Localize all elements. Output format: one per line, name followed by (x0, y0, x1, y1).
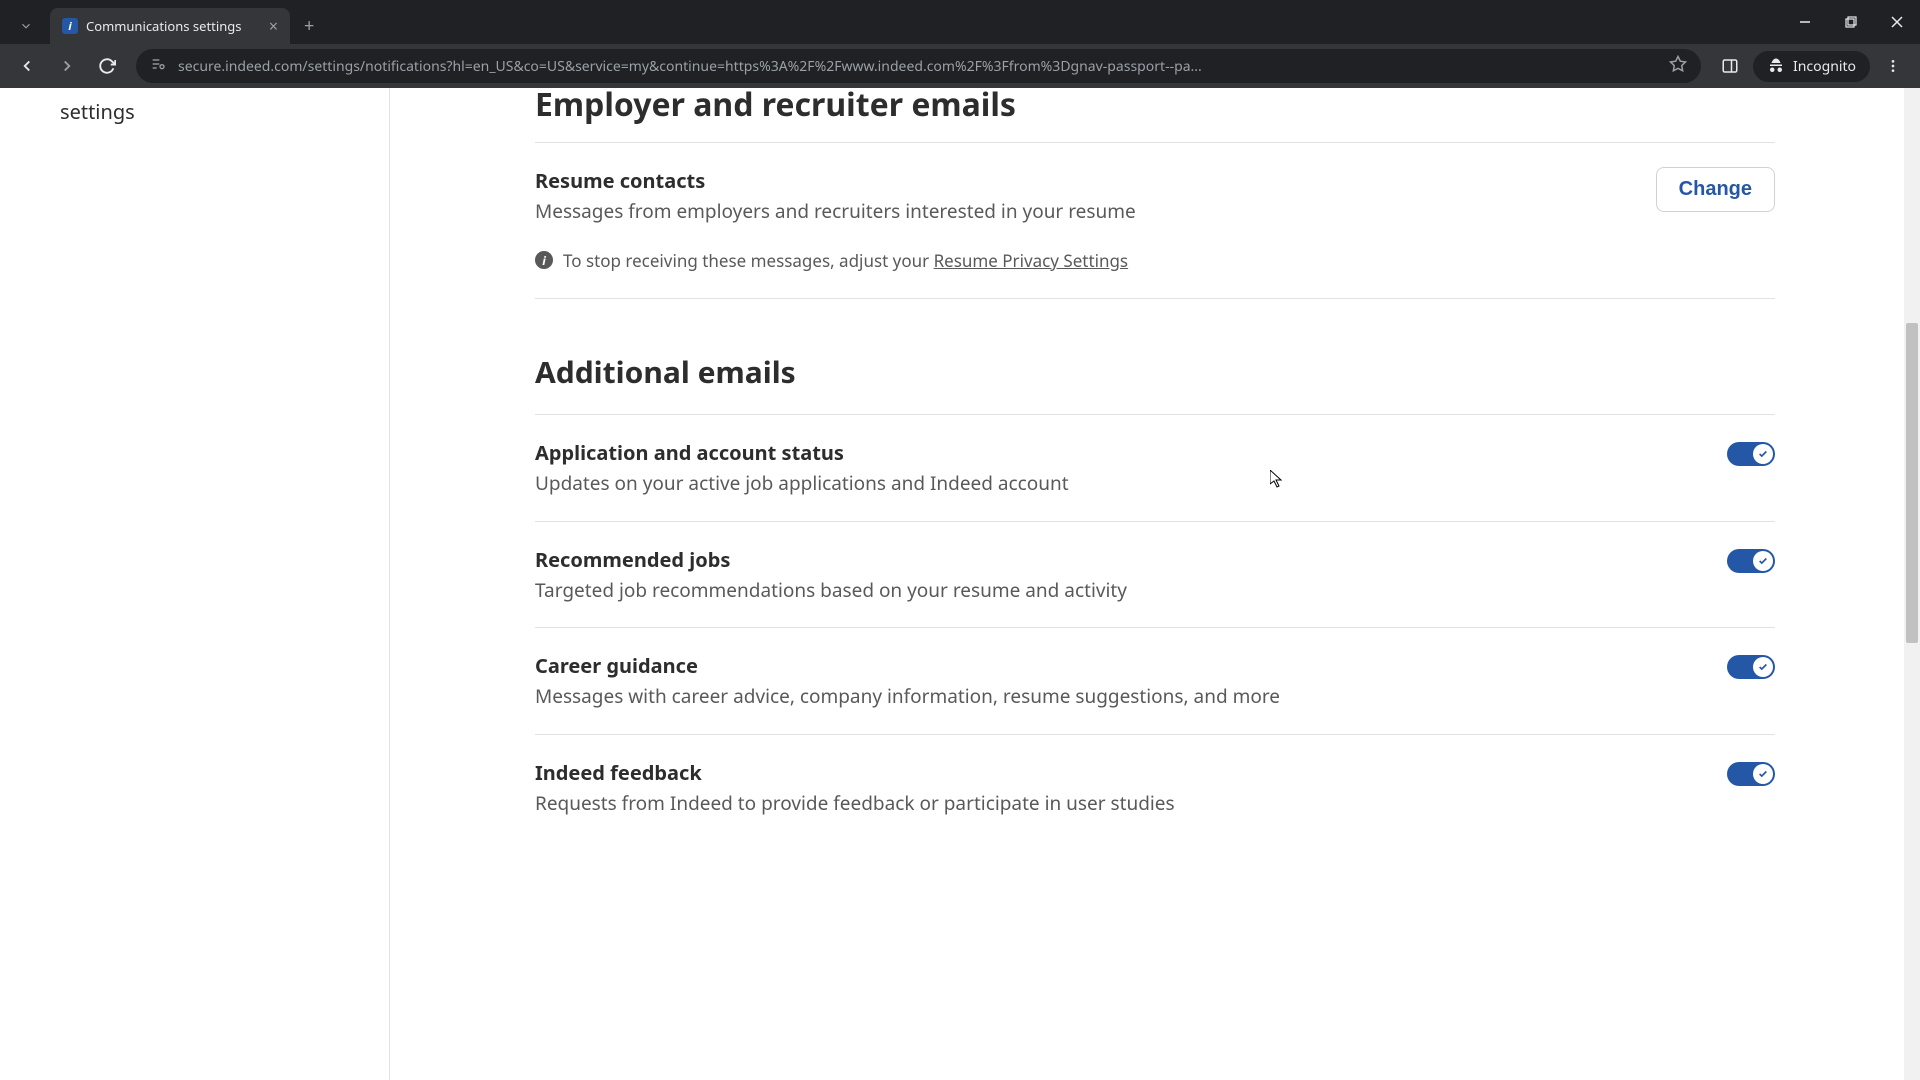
minimize-button[interactable] (1782, 2, 1828, 42)
tab-close-icon[interactable]: × (269, 15, 278, 37)
setting-desc: Messages with career advice, company inf… (535, 683, 1707, 710)
info-icon: i (535, 251, 553, 269)
browser-tab[interactable]: i Communications settings × (50, 8, 290, 44)
toggle-knob (1753, 657, 1773, 677)
check-icon (1758, 556, 1768, 566)
toggle-recommended-jobs[interactable] (1727, 549, 1775, 573)
setting-desc: Requests from Indeed to provide feedback… (535, 790, 1707, 817)
tab-bar: i Communications settings × + (0, 0, 1920, 44)
main-panel: Employer and recruiter emails Resume con… (390, 88, 1920, 1080)
setting-desc: Targeted job recommendations based on yo… (535, 577, 1707, 604)
incognito-badge[interactable]: Incognito (1753, 51, 1870, 82)
url-text: secure.indeed.com/settings/notifications… (178, 57, 1657, 76)
bookmark-icon[interactable] (1669, 55, 1687, 78)
window-controls (1782, 0, 1920, 44)
tab-search-dropdown[interactable] (8, 8, 44, 44)
section-header-additional: Additional emails (535, 299, 1775, 415)
setting-resume-contacts: Resume contacts Messages from employers … (535, 143, 1775, 249)
back-button[interactable] (10, 49, 44, 83)
check-icon (1758, 662, 1768, 672)
address-bar[interactable]: secure.indeed.com/settings/notifications… (136, 49, 1701, 83)
setting-title: Recommended jobs (535, 546, 1707, 573)
setting-recommended-jobs: Recommended jobs Targeted job recommenda… (535, 522, 1775, 629)
toggle-application-status[interactable] (1727, 442, 1775, 466)
setting-desc: Messages from employers and recruiters i… (535, 198, 1636, 225)
toggle-knob (1753, 764, 1773, 784)
toggle-indeed-feedback[interactable] (1727, 762, 1775, 786)
toggle-knob (1753, 551, 1773, 571)
setting-career-guidance: Career guidance Messages with career adv… (535, 628, 1775, 735)
section-header-employer: Employer and recruiter emails (535, 86, 1775, 143)
info-text: To stop receiving these messages, adjust… (563, 249, 934, 272)
setting-indeed-feedback: Indeed feedback Requests from Indeed to … (535, 735, 1775, 841)
setting-application-status: Application and account status Updates o… (535, 415, 1775, 522)
close-window-button[interactable] (1874, 2, 1920, 42)
scrollbar-track[interactable] (1904, 88, 1920, 1080)
tab-favicon-icon: i (62, 18, 78, 34)
page-content: settings Employer and recruiter emails R… (0, 88, 1920, 1080)
check-icon (1758, 449, 1768, 459)
incognito-label: Incognito (1793, 57, 1856, 76)
setting-title: Indeed feedback (535, 759, 1707, 786)
setting-title: Application and account status (535, 439, 1707, 466)
sidebar-settings-link[interactable]: settings (60, 88, 329, 125)
browser-toolbar: secure.indeed.com/settings/notifications… (0, 44, 1920, 88)
setting-title: Resume contacts (535, 167, 1636, 194)
forward-button[interactable] (50, 49, 84, 83)
toggle-knob (1753, 444, 1773, 464)
toggle-career-guidance[interactable] (1727, 655, 1775, 679)
check-icon (1758, 769, 1768, 779)
setting-title: Career guidance (535, 652, 1707, 679)
change-button[interactable]: Change (1656, 167, 1775, 212)
tab-title: Communications settings (86, 17, 261, 35)
maximize-button[interactable] (1828, 2, 1874, 42)
incognito-icon (1767, 57, 1785, 75)
site-info-icon[interactable] (150, 56, 166, 77)
sidebar: settings (0, 88, 390, 1080)
browser-menu-button[interactable] (1876, 49, 1910, 83)
resume-privacy-link[interactable]: Resume Privacy Settings (934, 249, 1129, 272)
browser-chrome: i Communications settings × + s (0, 0, 1920, 88)
scrollbar-thumb[interactable] (1906, 323, 1918, 643)
setting-desc: Updates on your active job applications … (535, 470, 1707, 497)
new-tab-button[interactable]: + (290, 8, 328, 44)
side-panel-button[interactable] (1713, 49, 1747, 83)
info-note: i To stop receiving these messages, adju… (535, 249, 1775, 299)
reload-button[interactable] (90, 49, 124, 83)
